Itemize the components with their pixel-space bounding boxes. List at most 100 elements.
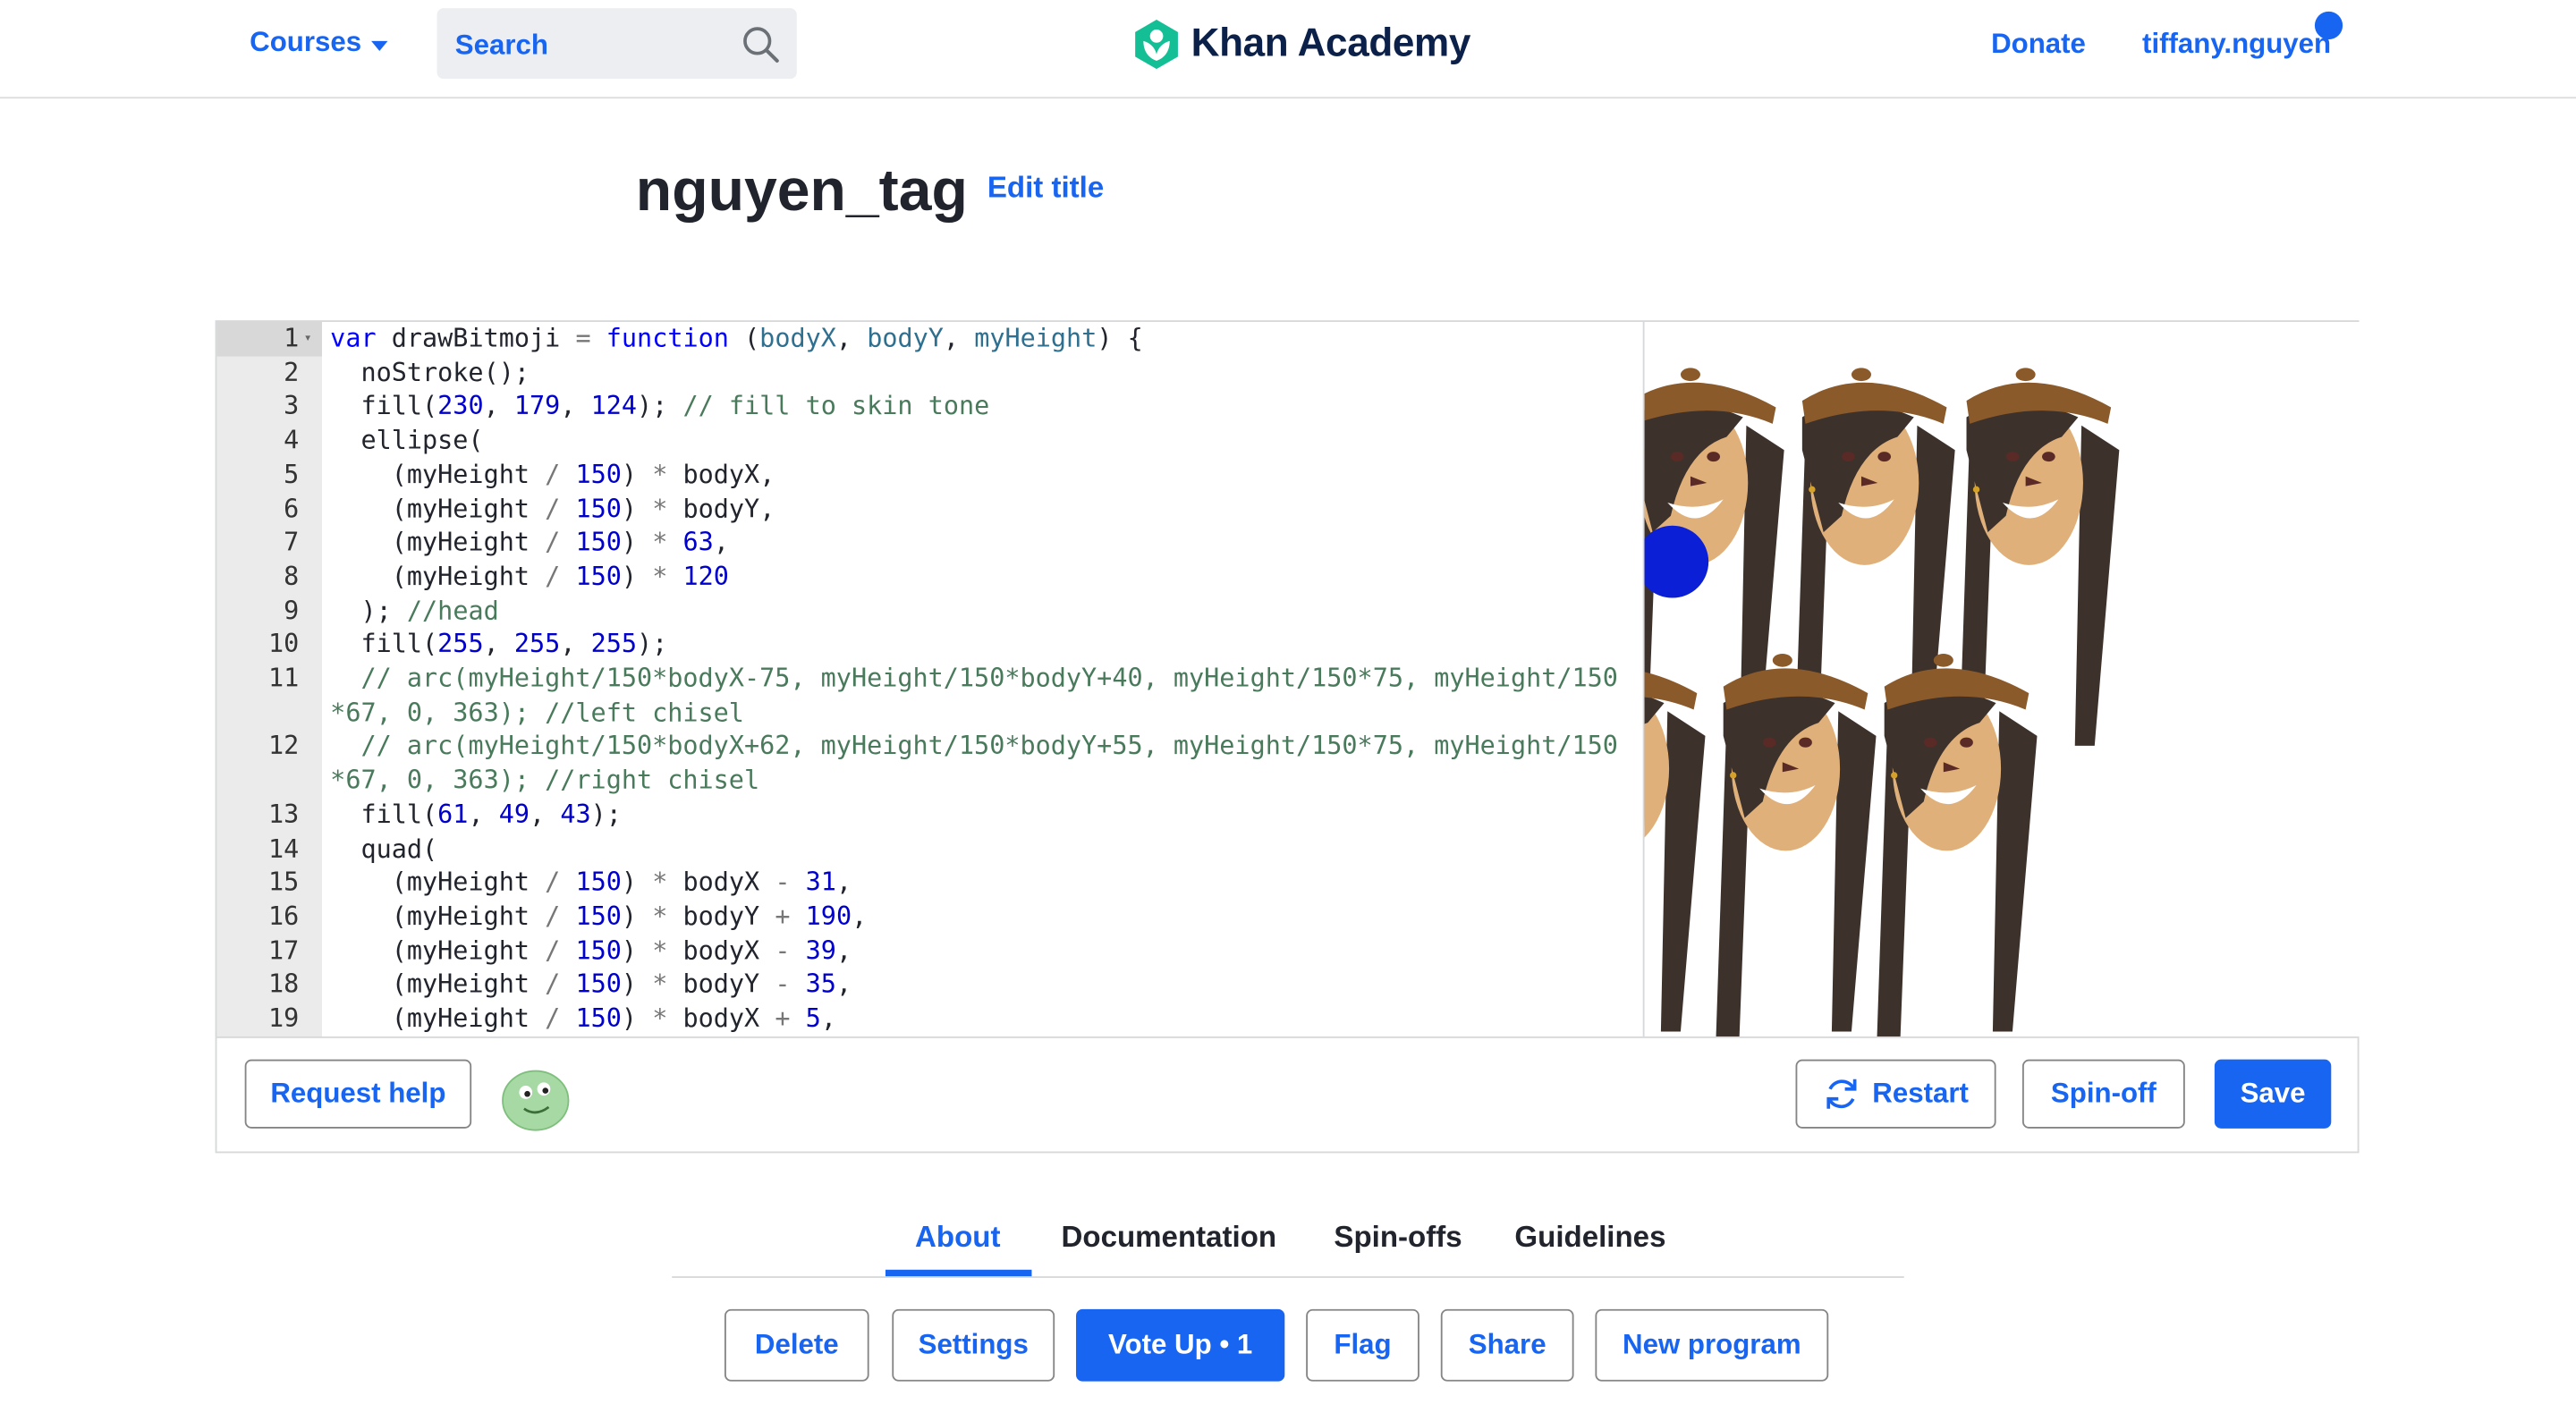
code-text: fill(255, 255, 255);	[330, 630, 668, 660]
khan-leaf-icon	[1135, 20, 1178, 70]
tab-about[interactable]: About	[915, 1221, 1000, 1256]
restart-label: Restart	[1872, 1077, 1969, 1109]
edit-title-link[interactable]: Edit title	[987, 171, 1104, 206]
tab-documentation[interactable]: Documentation	[1062, 1221, 1277, 1256]
request-help-label: Request help	[270, 1077, 446, 1109]
code-line[interactable]: 17 (myHeight / 150) * bodyX - 39,	[216, 934, 1642, 968]
code-line[interactable]: 5 (myHeight / 150) * bodyX,	[216, 458, 1642, 492]
code-line[interactable]: 15 (myHeight / 150) * bodyX - 31,	[216, 866, 1642, 900]
code-line[interactable]: 12 // arc(myHeight/150*bodyX+62, myHeigh…	[216, 730, 1642, 764]
vote-up-button[interactable]: Vote Up • 1	[1076, 1308, 1285, 1382]
code-line[interactable]: 1 ▾ var drawBitmoji = function (bodyX, bod…	[216, 321, 1642, 357]
code-text: // arc(myHeight/150*bodyX-75, myHeight/1…	[360, 664, 1618, 694]
line-number: 19	[267, 1003, 300, 1034]
line-number: 12	[267, 732, 300, 762]
save-label: Save	[2240, 1077, 2306, 1109]
khan-academy-logo[interactable]: Khan Academy	[1131, 18, 1470, 71]
settings-button[interactable]: Settings	[892, 1308, 1055, 1382]
code-line[interactable]: 2 noStroke();	[216, 356, 1642, 390]
search-icon[interactable]	[741, 25, 780, 64]
code-text: (myHeight / 150) * bodyX + 5,	[330, 1003, 836, 1034]
line-number: 6	[284, 493, 300, 523]
notification-badge[interactable]	[2314, 11, 2343, 40]
code-line[interactable]: *67, 0, 363); //left chisel	[216, 696, 1642, 730]
tab-spin-offs[interactable]: Spin-offs	[1334, 1221, 1462, 1256]
new-program-button[interactable]: New program	[1595, 1308, 1829, 1382]
top-nav: Courses Search Khan Academy Donate tiffa…	[0, 0, 2576, 99]
code-text: noStroke();	[330, 357, 530, 387]
line-number: 11	[267, 664, 300, 694]
avatar-icon[interactable]	[499, 1066, 572, 1131]
line-number: 15	[267, 867, 300, 898]
restart-button[interactable]: Restart	[1795, 1059, 1996, 1129]
logo-text: Khan Academy	[1191, 21, 1471, 66]
code-editor[interactable]: 1 ▾ var drawBitmoji = function (bodyX, bod…	[216, 321, 1642, 1036]
code-line[interactable]: 7 (myHeight / 150) * 63,	[216, 526, 1642, 560]
courses-label: Courses	[250, 26, 362, 58]
tab-guidelines[interactable]: Guidelines	[1514, 1221, 1665, 1256]
code-text: (myHeight / 150) * bodyX - 31,	[330, 867, 852, 898]
request-help-button[interactable]: Request help	[244, 1059, 472, 1129]
code-line[interactable]: 13 fill(61, 49, 43);	[216, 798, 1642, 832]
line-number: 8	[284, 561, 300, 592]
line-number: 7	[284, 527, 300, 557]
share-label: Share	[1468, 1328, 1546, 1360]
page-title: nguyen_tag	[635, 156, 968, 224]
code-text: ); //head	[330, 595, 499, 626]
line-number: 18	[267, 969, 300, 1000]
line-number: 17	[267, 935, 300, 966]
code-text: (myHeight / 150) * bodyY + 190,	[330, 901, 868, 932]
donate-link[interactable]: Donate	[1991, 28, 2086, 61]
save-button[interactable]: Save	[2214, 1059, 2332, 1129]
code-text: fill(61, 49, 43);	[330, 800, 622, 830]
active-tab-indicator	[885, 1269, 1032, 1277]
app-root: Courses Search Khan Academy Donate tiffa…	[0, 0, 2576, 1413]
fold-arrow-icon[interactable]: ▾	[304, 322, 312, 356]
line-number: 13	[267, 800, 300, 830]
line-number: 9	[284, 595, 300, 626]
program-editor: 1 ▾ var drawBitmoji = function (bodyX, bod…	[215, 320, 2361, 1154]
code-line[interactable]: 14 quad(	[216, 832, 1642, 866]
user-menu[interactable]: tiffany.nguyen	[2142, 28, 2331, 61]
code-line[interactable]: 9 ); //head	[216, 594, 1642, 628]
output-canvas[interactable]	[1642, 321, 2361, 1036]
search-input[interactable]: Search	[455, 30, 548, 63]
code-text: (myHeight / 150) * bodyY - 35,	[330, 969, 852, 1000]
settings-label: Settings	[918, 1328, 1029, 1360]
courses-menu[interactable]: Courses	[250, 26, 388, 59]
code-text: fill(230, 179, 124); // fill to skin ton…	[330, 391, 990, 421]
code-line[interactable]: 16 (myHeight / 150) * bodyY + 190,	[216, 900, 1642, 934]
spinoff-button[interactable]: Spin-off	[2021, 1059, 2185, 1129]
editor-toolbar: Request help Restart Spin-off Save	[216, 1036, 2358, 1153]
code-text: *67, 0, 363); //right chisel	[330, 766, 760, 796]
flag-button[interactable]: Flag	[1306, 1308, 1419, 1382]
line-number: 2	[284, 357, 300, 387]
delete-label: Delete	[754, 1328, 839, 1360]
line-number: 10	[267, 630, 300, 660]
bitmoji-drawing	[1644, 368, 2120, 1036]
code-line[interactable]: 11 // arc(myHeight/150*bodyX-75, myHeigh…	[216, 662, 1642, 696]
code-line[interactable]: 8 (myHeight / 150) * 120	[216, 560, 1642, 594]
code-line[interactable]: 3 fill(230, 179, 124); // fill to skin t…	[216, 390, 1642, 424]
code-text: quad(	[330, 833, 438, 864]
code-line[interactable]: 4 ellipse(	[216, 424, 1642, 458]
code-text: (myHeight / 150) * bodyY,	[330, 493, 775, 523]
share-button[interactable]: Share	[1440, 1308, 1574, 1382]
vote-up-label: Vote Up • 1	[1107, 1328, 1253, 1360]
delete-button[interactable]: Delete	[724, 1308, 869, 1382]
code-text: (myHeight / 150) * 63,	[330, 527, 729, 557]
code-text: (myHeight / 150) * bodyX,	[330, 459, 775, 489]
code-text: // arc(myHeight/150*bodyX+62, myHeight/1…	[360, 732, 1618, 762]
code-line[interactable]: 19 (myHeight / 150) * bodyX + 5,	[216, 1002, 1642, 1036]
flag-label: Flag	[1334, 1328, 1392, 1360]
search-box[interactable]: Search	[436, 8, 797, 80]
code-line[interactable]: *67, 0, 363); //right chisel	[216, 764, 1642, 798]
code-text: (myHeight / 150) * 120	[330, 561, 729, 592]
code-line[interactable]: 18 (myHeight / 150) * bodyY - 35,	[216, 968, 1642, 1002]
code-text: ellipse(	[330, 425, 484, 455]
line-number: 3	[284, 391, 300, 421]
code-line[interactable]: 10 fill(255, 255, 255);	[216, 628, 1642, 662]
code-line[interactable]: 6 (myHeight / 150) * bodyY,	[216, 492, 1642, 526]
new-program-label: New program	[1623, 1328, 1801, 1360]
spinoff-label: Spin-off	[2050, 1077, 2157, 1109]
